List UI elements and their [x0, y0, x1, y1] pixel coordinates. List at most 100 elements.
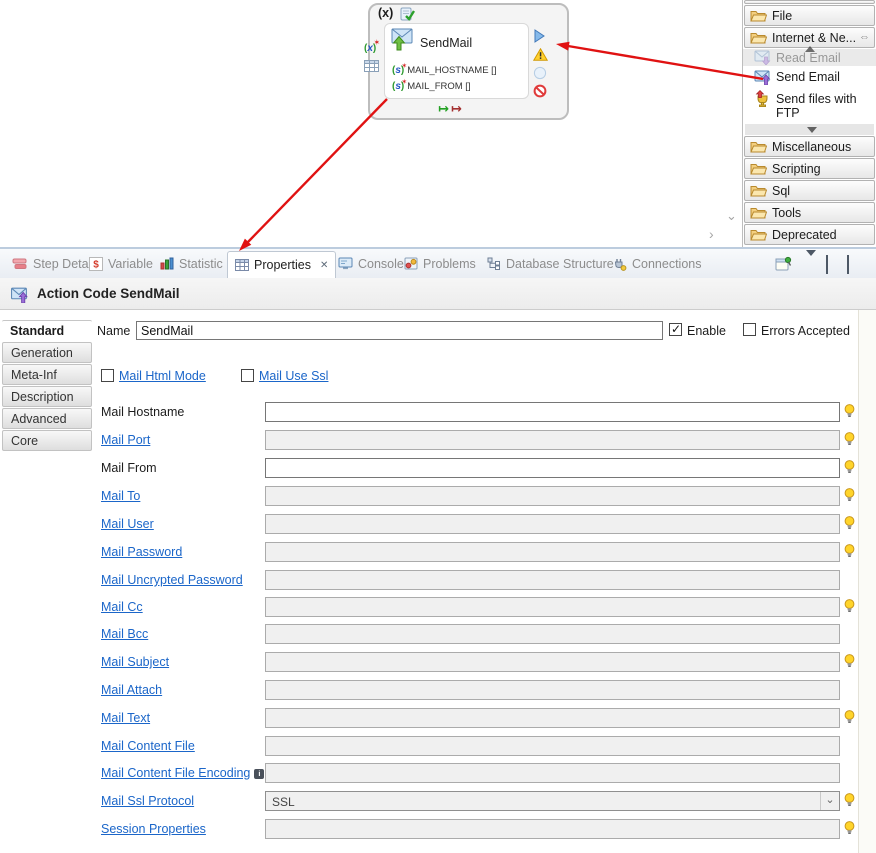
variables-badge: (x) [378, 6, 393, 20]
field-link-mail-ssl-protocol[interactable]: Mail Ssl Protocol [101, 794, 194, 808]
text-input[interactable] [266, 403, 839, 421]
mail-down-icon [754, 49, 771, 65]
side-tab-generation[interactable]: Generation [2, 342, 92, 363]
field-link-mail-subject[interactable]: Mail Subject [101, 655, 169, 669]
page-title: Action Code SendMail [37, 286, 180, 301]
palette-item-send-email[interactable]: Send Email [743, 68, 876, 88]
field-link-mail-content-file[interactable]: Mail Content File [101, 739, 195, 753]
form-row: Mail Password [0, 542, 876, 563]
palette-category-internet[interactable]: Internet & Ne... ⇔ [744, 27, 875, 48]
ok-connector-icon[interactable]: ↦ [438, 101, 451, 116]
field-link-mail-cc[interactable]: Mail Cc [101, 600, 143, 614]
disable-icon[interactable] [533, 84, 547, 98]
lightbulb-icon [844, 460, 855, 474]
form-row: Mail Bcc [0, 624, 876, 645]
tab-connections[interactable]: Connections [613, 249, 702, 278]
mail-html-mode-link[interactable]: Mail Html Mode [119, 369, 206, 383]
side-tab-standard[interactable]: Standard [2, 320, 92, 341]
tab-variable[interactable]: $ Variable [89, 249, 153, 278]
sendmail-node[interactable]: (x) SendMail s✶ MAIL_HOSTNAME [] s✶ MAIL… [368, 3, 569, 120]
side-tab-label: Meta-Inf [11, 368, 57, 382]
canvas-scroll-down-icon[interactable]: ⌄ [726, 208, 737, 224]
text-input[interactable] [266, 459, 839, 477]
tab-database-structure[interactable]: Database Structure [487, 249, 614, 278]
enable-label: Enable [687, 324, 726, 338]
mail-html-mode-checkbox[interactable] [101, 369, 114, 382]
palette-category-tools[interactable]: Tools [744, 202, 875, 223]
errors-accepted-label: Errors Accepted [761, 324, 850, 338]
table-icon [235, 259, 249, 271]
canvas-scroll-right-icon[interactable]: › [709, 226, 714, 242]
field-link-mail-uncrypted-password[interactable]: Mail Uncrypted Password [101, 573, 243, 587]
field-link-mail-attach[interactable]: Mail Attach [101, 683, 162, 697]
field-link-session-properties[interactable]: Session Properties [101, 822, 206, 836]
palette-category-file[interactable]: File [744, 5, 875, 26]
view-menu-chevron-icon[interactable] [806, 256, 816, 274]
mail-hostname-input[interactable] [265, 402, 840, 422]
close-tab-icon[interactable] [320, 260, 328, 271]
tab-properties[interactable]: Properties [227, 251, 336, 278]
breakpoint-circle-icon[interactable] [533, 66, 547, 80]
chevron-down-icon[interactable] [820, 792, 839, 810]
field-label-mail-hostname: Mail Hostname [101, 405, 184, 419]
error-connector-icon[interactable]: ↦ [451, 101, 464, 116]
palette-item-partial[interactable] [745, 124, 874, 135]
folder-icon [750, 162, 767, 175]
tab-label: Database Structure [506, 257, 614, 271]
minimize-icon[interactable] [826, 256, 828, 274]
mail-ssl-protocol-select[interactable]: SSL [265, 791, 840, 811]
properties-panel: Standard Generation Meta-Inf Description… [0, 310, 876, 853]
lightbulb-icon [844, 516, 855, 530]
flow-canvas[interactable]: (x) SendMail s✶ MAIL_HOSTNAME [] s✶ MAIL… [0, 0, 742, 247]
add-variable-icon[interactable]: x✶ [364, 38, 376, 56]
palette-item-send-ftp[interactable]: Send files with FTP [743, 90, 876, 123]
play-icon[interactable] [533, 29, 546, 43]
svg-text:$: $ [93, 259, 99, 270]
name-input[interactable] [136, 321, 663, 340]
palette-item-read-email[interactable]: Read Email [743, 49, 876, 66]
palette-category-label: Deprecated [772, 228, 837, 242]
mail-from-input[interactable] [265, 458, 840, 478]
node-title: SendMail [420, 36, 472, 50]
tab-problems[interactable]: Problems [404, 249, 476, 278]
tab-console[interactable]: Console [338, 249, 404, 278]
form-row: Mail Uncrypted Password [0, 570, 876, 591]
palette-category-miscellaneous[interactable]: Miscellaneous [744, 136, 875, 157]
field-link-mail-password[interactable]: Mail Password [101, 545, 182, 559]
maximize-icon[interactable] [847, 256, 849, 274]
pin-layout-icon[interactable]: ⇔ [859, 31, 870, 43]
side-tab-meta-inf[interactable]: Meta-Inf [2, 364, 92, 385]
enable-checkbox[interactable] [669, 323, 682, 336]
field-link-mail-bcc[interactable]: Mail Bcc [101, 627, 148, 641]
palette-category-sql[interactable]: Sql [744, 180, 875, 201]
field-link-mail-port[interactable]: Mail Port [101, 433, 150, 447]
field-link-mail-to[interactable]: Mail To [101, 489, 140, 503]
field-link-mail-text[interactable]: Mail Text [101, 711, 150, 725]
warning-icon[interactable] [533, 48, 548, 61]
tab-step-detail[interactable]: Step Detail [12, 249, 94, 278]
field-link-mail-user[interactable]: Mail User [101, 517, 154, 531]
tab-label: Problems [423, 257, 476, 271]
component-palette: File Internet & Ne... ⇔ Read Email Send … [742, 0, 876, 247]
palette-category-partial[interactable] [744, 0, 875, 4]
lightbulb-icon [844, 488, 855, 502]
field-link-mail-content-file-encoding[interactable]: Mail Content File Encoding [101, 766, 264, 780]
palette-category-scripting[interactable]: Scripting [744, 158, 875, 179]
tab-label: Variable [108, 257, 153, 271]
tab-statistic[interactable]: Statistic [160, 249, 223, 278]
pin-view-icon[interactable] [775, 256, 792, 277]
node-connectors[interactable]: ↦↦ [438, 101, 464, 117]
errors-accepted-checkbox[interactable] [743, 323, 756, 336]
mail-use-ssl-link[interactable]: Mail Use Ssl [259, 369, 328, 383]
mail-use-ssl-checkbox[interactable] [241, 369, 254, 382]
palette-scroll-down-icon[interactable] [807, 127, 817, 133]
palette-category-label: Sql [772, 184, 790, 198]
palette-category-deprecated[interactable]: Deprecated [744, 224, 875, 245]
palette-scroll-up-icon[interactable] [805, 46, 815, 52]
info-icon [254, 769, 264, 779]
sendmail-node-card[interactable]: SendMail s✶ MAIL_HOSTNAME [] s✶ MAIL_FRO… [384, 23, 529, 99]
field-label-mail-from: Mail From [101, 461, 157, 475]
lightbulb-icon [844, 654, 855, 668]
palette-item-label: Send files with FTP [776, 90, 868, 121]
table-anchor-icon[interactable] [364, 60, 379, 72]
